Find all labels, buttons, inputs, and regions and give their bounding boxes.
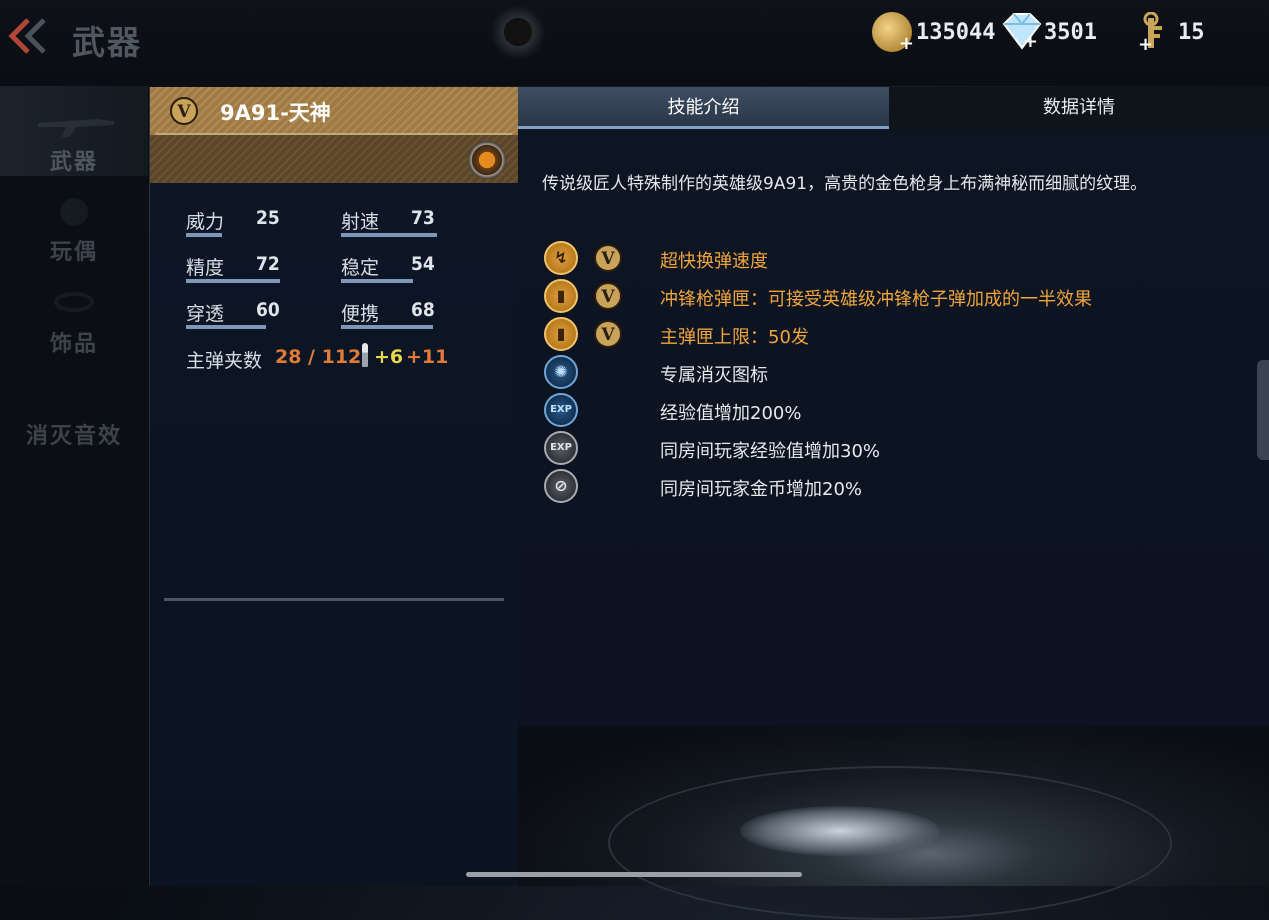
page-title: 武器 — [72, 23, 142, 62]
divider — [164, 598, 504, 601]
sidebar-item-label: 饰品 — [49, 332, 98, 357]
weapon-display-stage — [518, 726, 1269, 920]
top-bar: 武器 + 135044 + 3501 + 15 — [0, 0, 1269, 86]
key-currency[interactable]: + 15 — [1134, 11, 1205, 55]
accessory-icon — [54, 292, 94, 312]
ammo-label: 主弹夹数 — [186, 350, 263, 372]
stat-bar — [341, 279, 413, 283]
weapon-header: V 9A91-天神 — [150, 87, 518, 183]
room-coin-icon: ⊘ — [544, 469, 578, 503]
skill-text: 同房间玩家经验值增加30% — [660, 441, 881, 462]
sidebar-item-dolls[interactable]: 玩偶 — [0, 178, 148, 268]
sidebar-item-weapons[interactable]: 武器 — [0, 86, 148, 176]
back-button[interactable] — [6, 16, 50, 56]
exp-icon: EXP — [544, 393, 578, 427]
sidebar-item-kill-sound[interactable]: 消灭音效 — [0, 362, 148, 452]
stat-bar — [186, 279, 280, 283]
category-sidebar: 武器 玩偶 饰品 消灭音效 — [0, 86, 148, 886]
rarity-v-badge-icon: V — [594, 244, 622, 272]
skill-text: 同房间玩家金币增加20% — [660, 479, 863, 500]
room-exp-icon: EXP — [544, 431, 578, 465]
sidebar-item-label: 玩偶 — [49, 240, 98, 265]
tab-skills[interactable]: 技能介绍 — [518, 87, 889, 129]
ammo-count: 28 / 112 — [275, 346, 362, 368]
gold-currency[interactable]: + 135044 — [872, 12, 996, 54]
sidebar-item-label: 武器 — [49, 150, 98, 175]
stage-glow — [740, 806, 940, 856]
skill-text: 专属消灭图标 — [660, 365, 768, 386]
gold-amount: 135044 — [916, 19, 996, 45]
weapon-description: 传说级匠人特殊制作的英雄级9A91，高贵的金色枪身上布满神秘而细腻的纹理。 — [542, 174, 1148, 194]
rarity-v-badge-icon: V — [594, 282, 622, 310]
key-amount: 15 — [1178, 19, 1205, 45]
kill-icon: ✺ — [544, 355, 578, 389]
stat-fire-rate: 射速 73 — [341, 203, 441, 237]
stat-power: 威力 25 — [186, 203, 282, 237]
skill-text: 经验值增加200% — [660, 403, 802, 424]
gold-coin-icon: + — [872, 12, 914, 54]
stat-bar — [341, 233, 437, 237]
decorative-lens — [490, 4, 546, 60]
diamond-currency[interactable]: + 3501 — [1000, 12, 1097, 52]
fast-reload-icon: ↯ — [544, 241, 578, 275]
skill-text: 冲锋枪弹匣：可接受英雄级冲锋枪子弹加成的一半效果 — [660, 289, 1092, 310]
ammo-bonus-1: +6 — [374, 346, 404, 368]
skills-content: 传说级匠人特殊制作的英雄级9A91，高贵的金色枪身上布满神秘而细腻的纹理。 ↯ … — [518, 129, 1269, 726]
sidebar-item-accessories[interactable]: 饰品 — [0, 270, 148, 360]
diamond-icon: + — [1000, 12, 1042, 52]
sidebar-item-label: 消灭音效 — [25, 424, 122, 449]
key-icon: + — [1134, 11, 1174, 55]
stat-bar — [186, 325, 266, 329]
skill-text: 超快换弹速度 — [660, 251, 768, 272]
weapon-name: 9A91-天神 — [220, 101, 331, 125]
weapon-info-panel: V 9A91-天神 威力 25 射速 73 精度 72 稳定 54 穿透 60 … — [149, 87, 519, 886]
stat-accuracy: 精度 72 — [186, 249, 286, 283]
attachment-icon[interactable] — [468, 141, 506, 179]
stat-bar — [186, 233, 222, 237]
tab-data-details[interactable]: 数据详情 — [889, 87, 1269, 129]
rarity-v-badge-icon: V — [594, 320, 622, 348]
double-chevron-left-icon — [8, 18, 46, 54]
stat-portability: 便携 68 — [341, 295, 441, 329]
stat-penetration: 穿透 60 — [186, 295, 286, 329]
doll-icon — [60, 198, 88, 226]
stat-bar — [341, 325, 433, 329]
ammo-bonus-2: +11 — [406, 346, 449, 368]
diamond-amount: 3501 — [1044, 19, 1097, 45]
rifle-icon — [38, 119, 114, 137]
bullet-icon — [362, 343, 368, 367]
side-panel-handle[interactable] — [1257, 360, 1269, 460]
home-indicator[interactable] — [466, 872, 802, 877]
magazine-icon: ▮ — [544, 317, 578, 351]
stat-stability: 稳定 54 — [341, 249, 441, 283]
skill-text: 主弹匣上限：50发 — [660, 327, 809, 348]
magazine-icon: ▮ — [544, 279, 578, 313]
rarity-v-badge-icon: V — [170, 97, 198, 125]
svg-text:+: + — [1138, 34, 1153, 52]
detail-tabs: 技能介绍 数据详情 — [518, 87, 1269, 129]
